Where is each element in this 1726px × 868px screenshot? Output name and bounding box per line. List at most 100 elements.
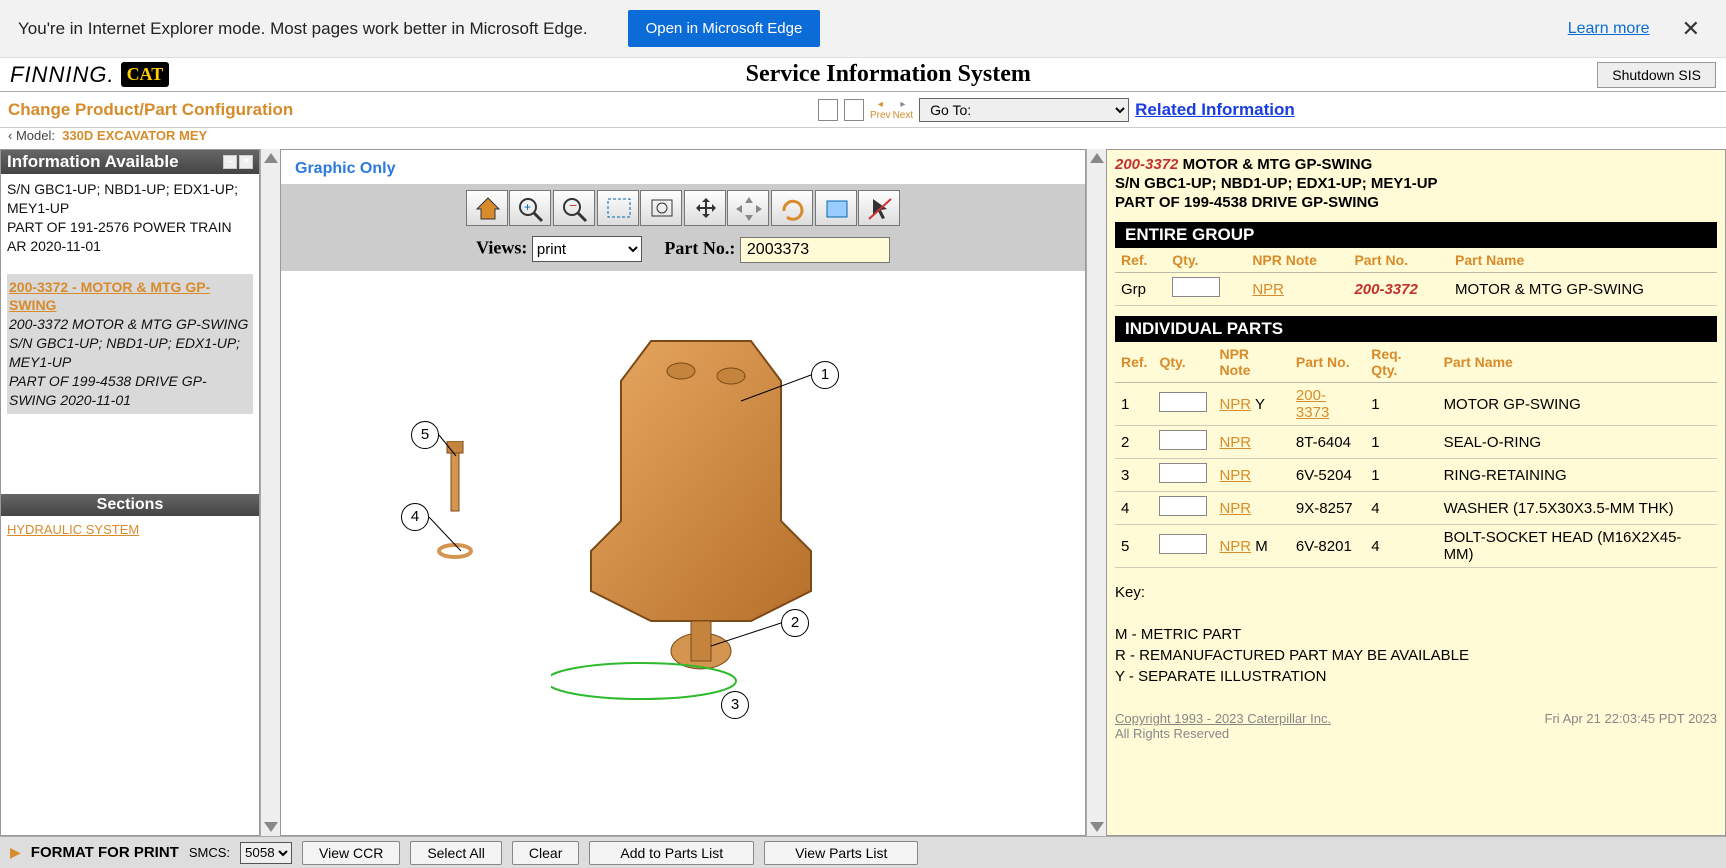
zoom-in-icon[interactable]: + xyxy=(509,190,551,226)
minimize-icon[interactable]: – xyxy=(223,155,237,169)
partno-input[interactable] xyxy=(740,237,890,263)
part-of: PART OF 199-4538 DRIVE GP-SWING xyxy=(1115,194,1379,211)
qty-input[interactable] xyxy=(1159,430,1207,450)
qty-input[interactable] xyxy=(1159,392,1207,412)
col-npr: NPR Note xyxy=(1246,248,1348,273)
callout-3[interactable]: 3 xyxy=(721,691,749,719)
select-all-button[interactable]: Select All xyxy=(410,841,502,865)
smcs-select[interactable]: 5058 xyxy=(240,842,292,864)
qty-input[interactable] xyxy=(1159,463,1207,483)
section-link-hydraulic[interactable]: HYDRAULIC SYSTEM xyxy=(7,522,139,537)
zoom-fit-icon[interactable] xyxy=(640,190,682,226)
shutdown-button[interactable]: Shutdown SIS xyxy=(1597,62,1716,88)
pan-icon[interactable] xyxy=(727,190,769,226)
add-parts-button[interactable]: Add to Parts List xyxy=(589,841,754,865)
part-row: 2 NPR 8T-6404 1 SEAL-O-RING xyxy=(1115,426,1717,459)
callout-1[interactable]: 1 xyxy=(811,361,839,389)
related-info-link[interactable]: Related Information xyxy=(1135,100,1295,120)
partno-link[interactable]: 200-3373 xyxy=(1296,387,1329,421)
zoom-out-icon[interactable]: − xyxy=(553,190,595,226)
rotate-icon[interactable] xyxy=(771,190,813,226)
right-header: 200-3372 MOTOR & MTG GP-SWING S/N GBC1-U… xyxy=(1115,156,1717,212)
part-row: 3 NPR 6V-5204 1 RING-RETAINING xyxy=(1115,459,1717,492)
callout-2[interactable]: 2 xyxy=(781,609,809,637)
smcs-label: SMCS: xyxy=(189,845,230,860)
document-icon[interactable] xyxy=(844,99,864,121)
selected-item-link[interactable]: 200-3372 - MOTOR & MTG GP-SWING xyxy=(9,279,210,314)
views-label: Views: xyxy=(476,238,527,258)
copyright-link[interactable]: Copyright 1993 - 2023 Caterpillar Inc. xyxy=(1115,711,1331,726)
prev-button[interactable]: ◂Prev xyxy=(870,99,891,121)
serial-numbers: S/N GBC1-UP; NBD1-UP; EDX1-UP; MEY1-UP xyxy=(1115,175,1438,192)
views-select[interactable]: print xyxy=(532,236,642,262)
move-icon[interactable] xyxy=(684,190,726,226)
popup-icon[interactable] xyxy=(815,190,857,226)
selected-item-desc: 200-3372 MOTOR & MTG GP-SWING S/N GBC1-U… xyxy=(9,315,251,409)
individual-parts-bar: INDIVIDUAL PARTS xyxy=(1115,316,1717,342)
ie-banner-message: You're in Internet Explorer mode. Most p… xyxy=(18,19,588,39)
npr-link[interactable]: NPR xyxy=(1219,434,1251,451)
arrow-icon: ▶ xyxy=(10,844,21,861)
svg-text:+: + xyxy=(524,200,531,214)
cd-icon[interactable] xyxy=(818,99,838,121)
part-row: 4 NPR 9X-8257 4 WASHER (17.5X30X3.5-MM T… xyxy=(1115,492,1717,525)
format-label: FORMAT FOR PRINT xyxy=(31,844,179,861)
npr-link[interactable]: NPR xyxy=(1219,467,1251,484)
diagram-area[interactable]: 1 2 3 4 5 xyxy=(281,271,1085,837)
callout-4[interactable]: 4 xyxy=(401,503,429,531)
change-product-link[interactable]: Change Product/Part Configuration xyxy=(8,100,293,119)
close-panel-icon[interactable]: × xyxy=(239,155,253,169)
qty-input[interactable] xyxy=(1172,277,1220,297)
motor-illustration xyxy=(551,321,851,701)
group-partno: 200-3372 xyxy=(1348,273,1449,306)
pointer-icon[interactable] xyxy=(858,190,900,226)
col-name: Part Name xyxy=(1449,248,1717,273)
goto-select[interactable]: Go To: xyxy=(919,98,1129,122)
col-qty: Qty. xyxy=(1166,248,1246,273)
clear-button[interactable]: Clear xyxy=(512,841,579,865)
close-icon[interactable]: ✕ xyxy=(1674,16,1708,42)
page-title: Service Information System xyxy=(179,61,1597,88)
scrollbar-middle[interactable] xyxy=(1086,149,1106,836)
qty-input[interactable] xyxy=(1159,496,1207,516)
col-ref: Ref. xyxy=(1115,248,1166,273)
brand-text: FINNING. xyxy=(10,62,115,88)
key-title: Key: xyxy=(1115,582,1717,603)
part-row: 5 NPR M 6V-8201 4 BOLT-SOCKET HEAD (M16X… xyxy=(1115,525,1717,568)
npr-link[interactable]: NPR xyxy=(1219,538,1251,555)
content: Information Available – × S/N GBC1-UP; N… xyxy=(0,149,1726,836)
graphic-only-label: Graphic Only xyxy=(295,160,1085,178)
zoom-region-icon[interactable] xyxy=(597,190,639,226)
cat-badge: CAT xyxy=(121,62,170,87)
view-ccr-button[interactable]: View CCR xyxy=(302,841,400,865)
key-block: Key: M - METRIC PART R - REMANUFACTURED … xyxy=(1115,582,1717,687)
scrollbar-left[interactable] xyxy=(260,149,280,836)
ie-mode-banner: You're in Internet Explorer mode. Most p… xyxy=(0,0,1726,58)
right-pane: 200-3372 MOTOR & MTG GP-SWING S/N GBC1-U… xyxy=(1106,149,1726,836)
logo: FINNING. CAT xyxy=(0,62,179,88)
sections-header: Sections xyxy=(1,494,259,516)
graphic-pane: Graphic Only + − Views: print Part No.: xyxy=(280,149,1086,836)
timestamp: Fri Apr 21 22:03:45 PDT 2023 xyxy=(1545,711,1717,741)
npr-link[interactable]: NPR xyxy=(1219,396,1251,413)
npr-link[interactable]: NPR xyxy=(1252,281,1284,298)
home-icon[interactable] xyxy=(466,190,508,226)
nav-icons xyxy=(818,99,864,121)
next-button[interactable]: ▸Next xyxy=(893,99,914,121)
partno-label: Part No.: xyxy=(664,238,735,258)
part-title: MOTOR & MTG GP-SWING xyxy=(1183,156,1373,173)
bottom-bar: ▶ FORMAT FOR PRINT SMCS: 5058 View CCR S… xyxy=(0,836,1726,868)
npr-link[interactable]: NPR xyxy=(1219,500,1251,517)
callout-5[interactable]: 5 xyxy=(411,421,439,449)
selected-item[interactable]: 200-3372 - MOTOR & MTG GP-SWING 200-3372… xyxy=(7,274,253,414)
info-available-header: Information Available – × xyxy=(1,150,259,174)
open-edge-button[interactable]: Open in Microsoft Edge xyxy=(628,10,821,47)
sidebar: Information Available – × S/N GBC1-UP; N… xyxy=(0,149,260,836)
view-parts-button[interactable]: View Parts List xyxy=(764,841,918,865)
bolt-illustration xyxy=(431,441,481,601)
learn-more-link[interactable]: Learn more xyxy=(1568,20,1650,38)
qty-input[interactable] xyxy=(1159,534,1207,554)
graphic-toolbar: + − xyxy=(281,184,1085,232)
entire-group-table: Ref. Qty. NPR Note Part No. Part Name Gr… xyxy=(1115,248,1717,306)
top-bar: FINNING. CAT Service Information System … xyxy=(0,58,1726,92)
